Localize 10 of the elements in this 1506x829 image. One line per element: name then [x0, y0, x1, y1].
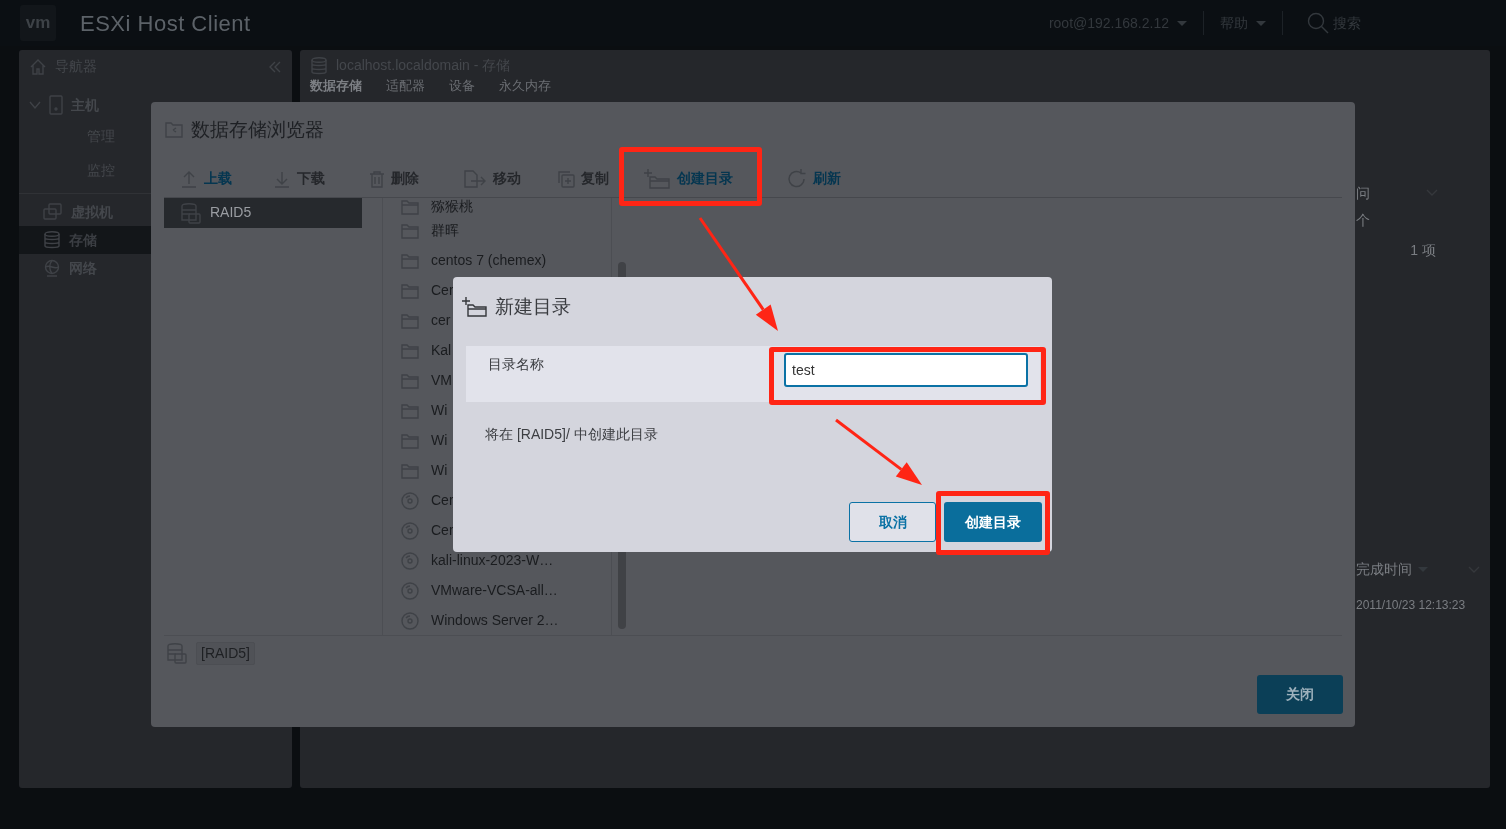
column-header: 问	[1356, 183, 1370, 203]
table-cell-text: 个	[1356, 211, 1371, 230]
dialog-title: 数据存储浏览器	[191, 118, 324, 142]
column-header: 完成时间	[1356, 560, 1412, 579]
app-title: ESXi Host Client	[80, 9, 251, 38]
item-count: 1 项	[1409, 241, 1437, 260]
table-cell-text: 2011/10/23 12:13:23	[1356, 597, 1466, 614]
dialog-title: 新建目录	[495, 295, 571, 319]
note-text: 将在 [RAID5]/ 中创建此目录	[484, 424, 659, 444]
field-label: 目录名称	[488, 354, 544, 374]
